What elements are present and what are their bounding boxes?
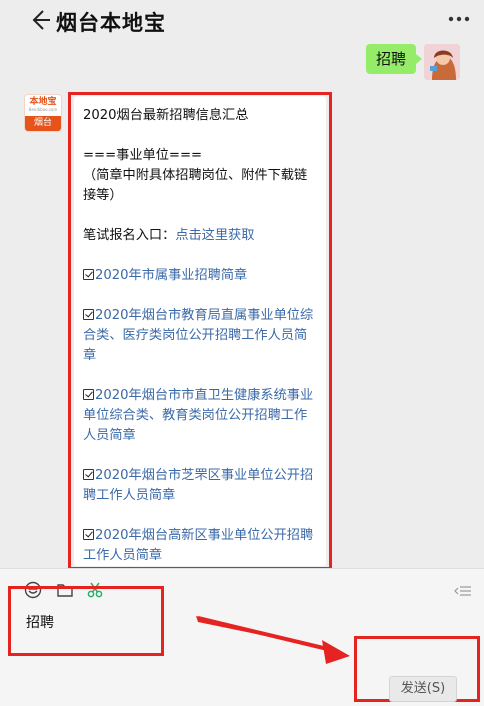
bot-avatar-brand: 本地宝 (25, 95, 61, 117)
reply-section-heading: ===事业单位=== (83, 148, 203, 163)
reply-note: （简章中附具体招聘岗位、附件下载链接等） (83, 168, 308, 203)
user-avatar[interactable] (424, 44, 460, 80)
chat-title: 烟台本地宝 (56, 11, 166, 35)
user-avatar-image (424, 44, 460, 80)
link-item: 2020年市属事业招聘简章 (83, 266, 318, 286)
job-link-1[interactable]: 2020年市属事业招聘简章 (95, 268, 247, 283)
chat-history-icon[interactable] (454, 585, 472, 597)
job-link-3[interactable]: 2020年烟台市市直卫生健康系统事业单位综合类、教育类岗位公开招聘工作人员简章 (83, 388, 313, 443)
link-item: 2020年烟台市芝罘区事业单位公开招聘工作人员简章 (83, 466, 318, 506)
title-bar: 烟台本地宝 (0, 0, 484, 44)
send-button[interactable]: 发送(S) (389, 676, 457, 702)
job-link-5[interactable]: 2020年烟台高新区事业单位公开招聘工作人员简章 (83, 528, 313, 563)
checkbox-icon (83, 309, 94, 320)
link-item: 2020年烟台市市直卫生健康系统事业单位综合类、教育类岗位公开招聘工作人员简章 (83, 386, 318, 446)
checkbox-icon (83, 469, 94, 480)
exam-entry-line: 笔试报名入口：点击这里获取 (83, 226, 318, 246)
sent-message-bubble[interactable]: 招聘 (366, 44, 422, 74)
message-input[interactable]: 招聘 (26, 612, 54, 632)
checkbox-icon (83, 529, 94, 540)
job-link-2[interactable]: 2020年烟台市教育局直属事业单位综合类、医疗类岗位公开招聘工作人员简章 (83, 308, 313, 363)
reply-message-bubble: 2020烟台最新招聘信息汇总 ===事业单位=== （简章中附具体招聘岗位、附件… (74, 96, 326, 566)
job-link-4[interactable]: 2020年烟台市芝罘区事业单位公开招聘工作人员简章 (83, 468, 313, 503)
back-arrow-icon[interactable] (28, 8, 52, 32)
checkbox-icon (83, 389, 94, 400)
exam-entry-link[interactable]: 点击这里获取 (175, 228, 254, 243)
bot-avatar-city: 烟台 (25, 116, 61, 131)
link-item: 2020年烟台市教育局直属事业单位综合类、医疗类岗位公开招聘工作人员简章 (83, 306, 318, 366)
more-dots-icon[interactable] (448, 16, 470, 22)
bot-avatar[interactable]: 本地宝 Bendibao.com 烟台 (24, 94, 62, 132)
checkbox-icon (83, 269, 94, 280)
link-item: 2020年烟台高新区事业单位公开招聘工作人员简章 (83, 526, 318, 566)
bot-avatar-site: Bendibao.com (28, 107, 58, 112)
reply-title: 2020烟台最新招聘信息汇总 (83, 108, 249, 123)
chat-area[interactable]: 招聘 本地宝 Bendibao.com 烟台 2020烟台最新招聘信息汇总 ==… (0, 44, 484, 570)
exam-entry-label: 笔试报名入口： (83, 228, 176, 243)
